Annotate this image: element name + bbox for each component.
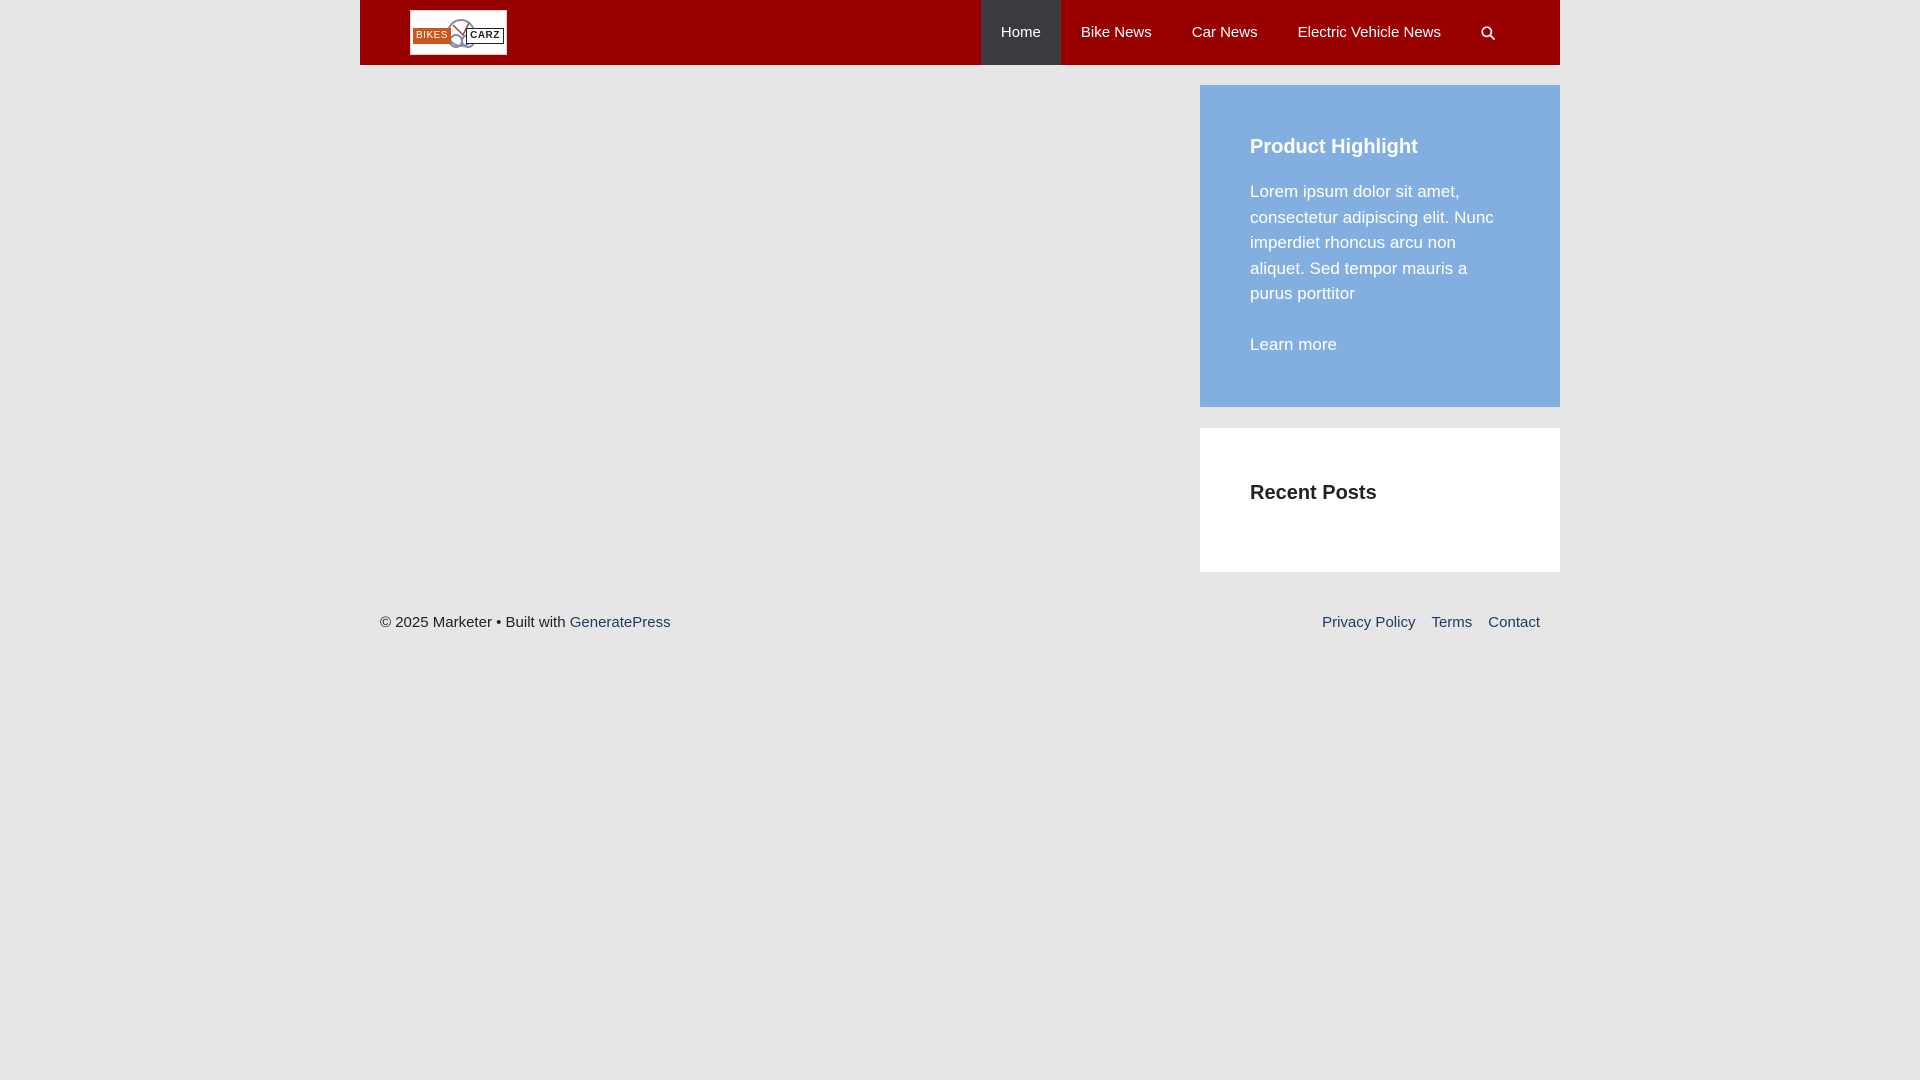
footer-link-terms[interactable]: Terms xyxy=(1431,614,1472,631)
recent-posts-title: Recent Posts xyxy=(1250,482,1377,504)
search-icon xyxy=(1481,25,1495,40)
product-highlight-widget: Product Highlight Lorem ipsum dolor sit … xyxy=(1200,85,1560,407)
search-button[interactable] xyxy=(1461,0,1515,65)
site-footer: © 2025 Marketer • Built with GeneratePre… xyxy=(360,605,1560,639)
nav-item-bike-news[interactable]: Bike News xyxy=(1061,0,1172,65)
footer-copyright: © 2025 Marketer • Built with GeneratePre… xyxy=(380,614,671,631)
site-header: BIKES CARZ Home Bike News Car News Elect… xyxy=(360,0,1560,65)
product-highlight-title: Product Highlight xyxy=(1250,136,1418,158)
learn-more-link[interactable]: Learn more xyxy=(1250,332,1510,357)
logo-carz-text: CARZ xyxy=(466,28,504,44)
main-navigation: Home Bike News Car News Electric Vehicle… xyxy=(980,0,1515,65)
copyright-text: © 2025 Marketer • Built with xyxy=(380,613,566,631)
footer-links: Privacy Policy Terms Contact xyxy=(1322,614,1540,631)
recent-posts-widget: Recent Posts xyxy=(1200,428,1560,572)
product-highlight-text: Lorem ipsum dolor sit amet, consectetur … xyxy=(1250,182,1494,303)
nav-item-car-news[interactable]: Car News xyxy=(1172,0,1278,65)
generatepress-link[interactable]: GeneratePress xyxy=(570,614,671,631)
site-logo[interactable]: BIKES CARZ xyxy=(410,10,507,55)
nav-item-home[interactable]: Home xyxy=(980,0,1061,65)
page: BIKES CARZ Home Bike News Car News Elect… xyxy=(0,0,1920,1080)
footer-link-privacy-policy[interactable]: Privacy Policy xyxy=(1322,614,1415,631)
nav-item-electric-vehicle-news[interactable]: Electric Vehicle News xyxy=(1278,0,1461,65)
footer-link-contact[interactable]: Contact xyxy=(1488,614,1540,631)
logo-bikes-text: BIKES xyxy=(413,28,451,44)
